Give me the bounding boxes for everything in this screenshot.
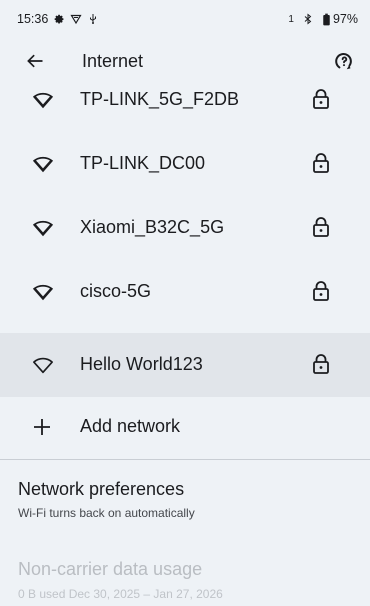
- shield-icon: [70, 13, 82, 25]
- wifi-outline-icon: [33, 357, 53, 374]
- battery-level: 97%: [332, 12, 358, 26]
- network-name: TP-LINK_5G_F2DB: [80, 89, 240, 109]
- battery-icon: [322, 13, 331, 25]
- network-preferences-title: Network preferences: [18, 479, 185, 499]
- network-name: TP-LINK_DC00: [80, 153, 206, 173]
- data-usage-item: Non-carrier data usage 0 B used Dec 30, …: [0, 542, 370, 606]
- network-item[interactable]: Hello World123: [0, 333, 370, 397]
- status-time: 15:36: [17, 12, 49, 26]
- network-item[interactable]: Xiaomi_B32C_5G: [0, 196, 370, 260]
- wifi-icon: [32, 156, 54, 173]
- network-name: cisco-5G: [80, 281, 152, 301]
- sim-indicator: 1: [288, 13, 294, 25]
- network-preferences-subtitle: Wi-Fi turns back on automatically: [18, 506, 195, 520]
- network-preferences-item[interactable]: Network preferences Wi-Fi turns back on …: [0, 460, 370, 542]
- plus-icon: [34, 419, 50, 435]
- add-network-label: Add network: [80, 416, 181, 436]
- lock-icon: [313, 89, 329, 109]
- network-item[interactable]: cisco-5G: [0, 260, 370, 324]
- bluetooth-icon: [302, 13, 314, 25]
- wifi-icon: [32, 284, 54, 301]
- add-network-button[interactable]: Add network: [0, 397, 370, 459]
- gear-icon: [53, 13, 65, 25]
- data-usage-title: Non-carrier data usage: [18, 559, 203, 579]
- status-bar: 15:36 1 97%: [0, 0, 370, 38]
- wifi-icon: [32, 92, 54, 109]
- data-usage-subtitle: 0 B used Dec 30, 2025 – Jan 27, 2026: [18, 587, 223, 601]
- lock-icon: [313, 281, 329, 301]
- network-name: Xiaomi_B32C_5G: [80, 217, 225, 237]
- usb-icon: [87, 13, 99, 25]
- lock-icon: [313, 153, 329, 173]
- lock-icon: [313, 354, 329, 374]
- network-name: Hello World123: [80, 354, 203, 374]
- network-item[interactable]: TP-LINK_DC00: [0, 132, 370, 196]
- wifi-icon: [32, 220, 54, 237]
- lock-icon: [313, 217, 329, 237]
- network-item[interactable]: TP-LINK_5G_F2DB: [0, 68, 370, 132]
